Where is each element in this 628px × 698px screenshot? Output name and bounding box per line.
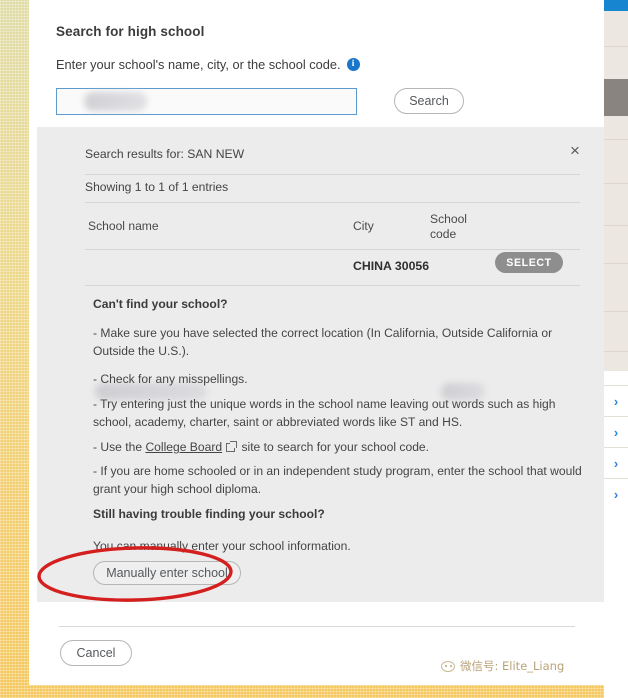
chevron-right-icon[interactable]: ›	[604, 478, 628, 509]
chevron-right-icon[interactable]: ›	[604, 447, 628, 478]
help-bullet-suffix: site to search for your school code.	[238, 440, 430, 454]
manual-entry-note: You can manually enter your school infor…	[93, 539, 351, 553]
results-heading: Search results for: SAN NEW	[85, 147, 245, 161]
divider	[85, 249, 580, 250]
help-bullet-prefix: - Use the	[93, 440, 146, 454]
column-header-school-name: School name	[88, 219, 159, 233]
divider	[85, 174, 580, 175]
strip-seam	[604, 183, 628, 184]
column-header-school-code: School code	[430, 212, 467, 242]
search-instruction-text: Enter your school's name, city, or the s…	[56, 57, 341, 72]
search-input[interactable]	[56, 88, 357, 115]
cant-find-heading: Can't find your school?	[93, 297, 228, 311]
strip-seam	[604, 263, 628, 264]
strip-seam	[604, 351, 628, 352]
dialog-footer: Cancel	[29, 602, 604, 685]
help-bullet-homeschool: - If you are home schooled or in an inde…	[93, 464, 582, 496]
search-instruction: Enter your school's name, city, or the s…	[56, 57, 360, 72]
page-content-column: Search for high school Enter your school…	[29, 0, 604, 685]
help-bullet-college-board: - Use the College Board site to search f…	[93, 439, 591, 457]
help-bullet-unique-words: - Try entering just the unique words in …	[93, 397, 556, 429]
help-bullet-misspellings: - Check for any misspellings.	[93, 372, 248, 386]
scrollbar-track[interactable]	[604, 11, 628, 371]
strip-seam	[604, 311, 628, 312]
search-button[interactable]: Search	[394, 88, 464, 114]
college-board-link[interactable]: College Board	[145, 440, 222, 454]
column-header-city: City	[353, 219, 374, 233]
results-count: Showing 1 to 1 of 1 entries	[85, 180, 229, 194]
divider	[85, 285, 580, 286]
divider	[85, 202, 580, 203]
screenshot-root: Search for high school Enter your school…	[0, 0, 628, 698]
divider	[59, 626, 575, 627]
right-side-strip: › › › ›	[604, 0, 628, 698]
help-bullet-location: - Make sure you have selected the correc…	[93, 326, 553, 358]
select-button[interactable]: SELECT	[495, 252, 563, 273]
top-blue-bar	[604, 0, 628, 11]
manually-enter-school-button[interactable]: Manually enter school	[93, 561, 241, 585]
page-title: Search for high school	[56, 24, 205, 39]
strip-seam	[604, 46, 628, 47]
search-section: Search for high school Enter your school…	[29, 0, 604, 127]
scrollbar-thumb[interactable]	[604, 79, 628, 116]
strip-seam	[604, 139, 628, 140]
cell-city: CHINA 30056	[353, 259, 430, 273]
search-results-panel: Search results for: SAN NEW × Showing 1 …	[37, 127, 604, 602]
close-icon[interactable]: ×	[564, 139, 586, 161]
info-icon[interactable]: i	[346, 58, 360, 71]
external-link-icon	[226, 441, 238, 452]
chevron-right-icon[interactable]: ›	[604, 416, 628, 447]
strip-seam	[604, 225, 628, 226]
chevron-right-icon[interactable]: ›	[604, 385, 628, 416]
still-trouble-heading: Still having trouble finding your school…	[93, 507, 325, 521]
cancel-button[interactable]: Cancel	[60, 640, 132, 666]
